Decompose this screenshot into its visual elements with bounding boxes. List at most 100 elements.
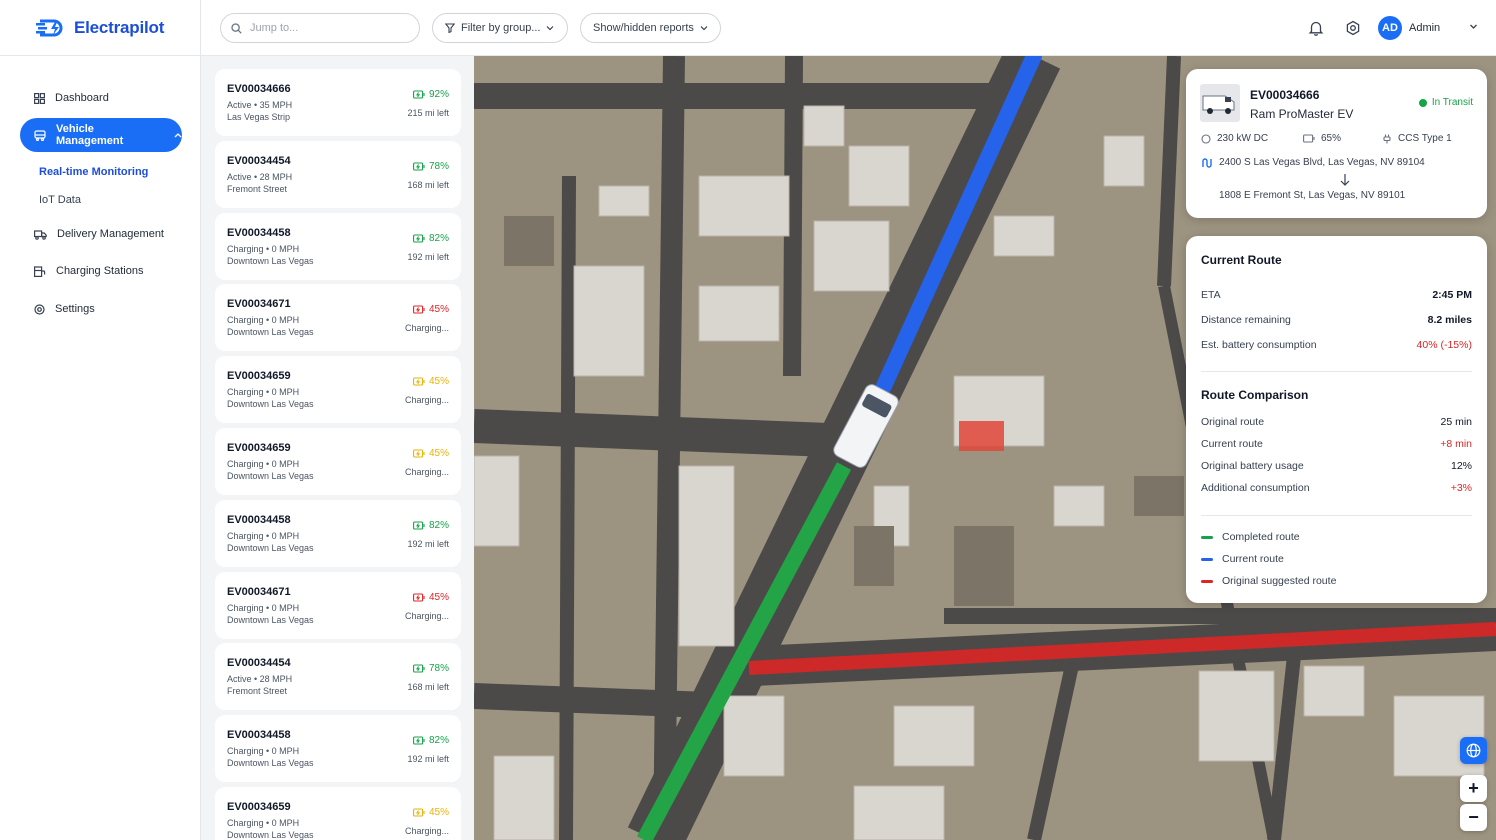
vehicle-range: Charging... [404,467,449,477]
original-route-value: 25 min [1440,416,1472,428]
charger-value: 230 kW DC [1217,133,1269,144]
search-icon [231,22,242,34]
legend-current-route: Current route [1201,553,1284,565]
battery-percent: 45% [428,448,449,459]
battery-indicator: 78% [413,161,449,172]
vehicle-id: EV00034666 [227,83,291,95]
logo[interactable]: Electrapilot [36,16,164,40]
search-input[interactable] [250,22,400,34]
route-comparison-title: Route Comparison [1201,388,1309,402]
grid-icon [34,92,45,104]
battery-indicator: 45% [413,592,449,603]
battery-charge-icon [413,377,425,386]
vehicle-location: Downtown Las Vegas [227,255,314,266]
electrapilot-logo-icon [36,19,63,37]
arrow-down-icon [1340,174,1350,186]
vehicle-status: Charging • 0 MPH [227,530,300,541]
chevron-down-icon[interactable] [1469,22,1478,31]
nav-item-vehicle-management[interactable]: Vehicle Management [20,118,182,152]
zoom-in-button[interactable]: + [1460,775,1487,802]
nav-item-charging-stations[interactable]: Charging Stations [20,254,182,288]
vehicle-status: Active • 28 MPH [227,674,293,685]
vehicle-status: Charging • 0 MPH [227,315,300,326]
vehicle-status: Charging • 0 MPH [227,459,300,469]
chevron-down-icon [547,26,554,31]
nav-label: Dashboard [55,92,109,104]
divider [1201,371,1472,372]
battery-indicator: 82% [413,735,449,746]
zoom-out-button[interactable]: − [1460,804,1487,831]
vehicle-card[interactable]: EV00034666 Active • 35 MPH Las Vegas Strip… [215,69,461,136]
battery-charge-icon [413,664,425,673]
eta-value: 2:45 PM [1432,289,1472,301]
battery-charge-icon [413,234,425,243]
subnav-real-time-monitoring[interactable]: Real-time Monitoring [39,166,148,178]
vehicle-range: 215 mi left [407,108,449,118]
nav-item-settings[interactable]: Settings [20,292,182,326]
vehicle-card[interactable]: EV00034458 Charging • 0 MPH Downtown Las V… [215,715,461,783]
legend-swatch [1201,579,1213,583]
vehicle-card[interactable]: EV00034458 Charging • 0 MPH Downtown Las V… [215,499,461,567]
battery-charge-icon [413,736,425,745]
vehicle-status: Charging • 0 MPH [227,602,300,613]
vehicle-detail-panel: EV00034666 Ram ProMaster EV In Transit 2… [1186,69,1487,218]
distance-value: 8.2 miles [1427,314,1472,326]
filter-by-group-dropdown[interactable]: Filter by group... [432,13,568,43]
nav-label: Delivery Management [57,228,164,240]
current-route-title: Current Route [1201,253,1282,267]
original-route-label: Original route [1201,416,1265,428]
gear-icon[interactable] [1344,19,1362,37]
vehicle-location: Downtown Las Vegas [227,542,314,553]
additional-consumption-label: Additional consumption [1201,482,1310,494]
battery-charge-icon [413,305,425,314]
vehicle-range: 168 mi left [407,682,449,693]
connector-spec: CCS Type 1 [1382,133,1452,144]
gear-icon [34,303,45,315]
vehicle-location: Las Vegas Strip [227,112,291,122]
vehicle-range: 192 mi left [407,251,449,262]
original-route-row: Original route 25 min [1201,416,1472,428]
vehicle-card[interactable]: EV00034659 Charging • 0 MPH Downtown Las V… [215,356,461,424]
battery-indicator: 45% [413,807,449,818]
vehicle-location: Downtown Las Vegas [227,758,314,769]
topbar: Filter by group... Show/hidden reports A… [201,0,1496,56]
battery-indicator: 45% [413,448,449,459]
eta-row: ETA 2:45 PM [1201,289,1472,301]
vehicle-list[interactable]: EV00034666 Active • 35 MPH Las Vegas Strip… [201,56,474,840]
vehicle-id: EV00034659 [227,370,291,383]
nav-item-delivery-management[interactable]: Delivery Management [20,217,182,251]
vehicle-card[interactable]: EV00034458 Charging • 0 MPH Downtown Las V… [215,212,461,280]
vehicle-location: Downtown Las Vegas [227,830,314,840]
vehicle-card[interactable]: EV00034454 Active • 28 MPH Fremont Street 7… [215,643,461,711]
vehicle-id: EV00034458 [227,513,291,526]
nav-label: Vehicle Management [56,123,124,147]
origin-address: 2400 S Las Vegas Blvd, Las Vegas, NV 891… [1219,157,1425,168]
current-route-value: +8 min [1440,438,1472,450]
show-hidden-reports-dropdown[interactable]: Show/hidden reports [580,13,721,43]
vehicle-id: EV00034659 [227,801,291,813]
globe-button[interactable] [1460,737,1487,764]
vehicle-status: Charging • 0 MPH [227,387,300,398]
legend-label: Completed route [1222,531,1300,543]
search-box[interactable] [220,13,420,43]
vehicle-card[interactable]: EV00034454 Active • 28 MPH Fremont Street 7… [215,140,461,208]
legend-original-route: Original suggested route [1201,575,1336,587]
battery-value: 65% [1321,133,1342,144]
vehicle-card[interactable]: EV00034659 Charging • 0 MPH Downtown Las V… [215,428,461,495]
avatar[interactable]: AD [1378,16,1402,40]
nav-item-dashboard[interactable]: Dashboard [20,81,182,115]
nav-label: Charging Stations [56,265,144,277]
bell-icon[interactable] [1307,19,1325,37]
vehicle-status: Charging • 0 MPH [227,818,300,828]
vehicle-card[interactable]: EV00034659 Charging • 0 MPH Downtown Las V… [215,787,461,840]
user-name[interactable]: Admin [1409,22,1440,34]
battery-percent: 45% [428,304,449,316]
vehicle-card[interactable]: EV00034671 Charging • 0 MPH Downtown Las V… [215,284,461,352]
subnav-iot-data[interactable]: IoT Data [39,194,81,206]
battery-charge-icon [413,162,425,171]
vehicle-card[interactable]: EV00034671 Charging • 0 MPH Downtown Las V… [215,571,461,639]
connector-value: CCS Type 1 [1398,133,1452,144]
battery-percent: 45% [428,376,449,388]
battery-charge-icon [413,808,425,817]
battery-charge-icon [413,521,425,530]
